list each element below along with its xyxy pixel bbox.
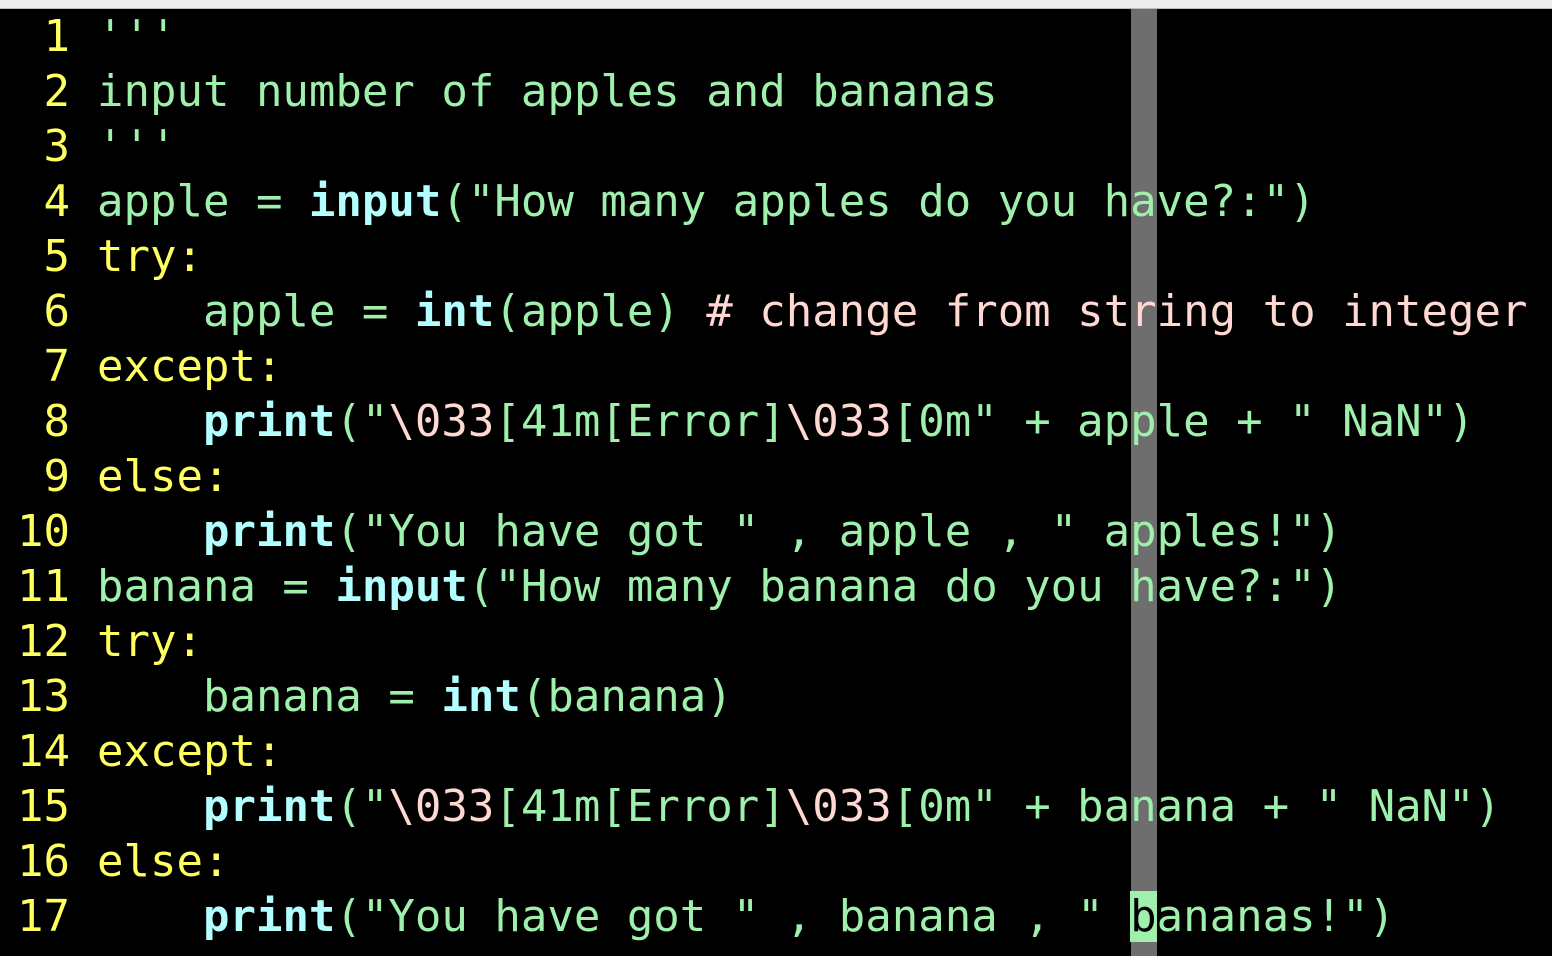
- line-number: 9: [43, 451, 71, 502]
- code-text: [0m" + banana + " NaN"): [891, 781, 1502, 832]
- line-code: else:: [97, 449, 229, 504]
- escape-sequence: \033: [388, 781, 495, 832]
- line-number: 5: [43, 231, 71, 282]
- keyword: except:: [97, 341, 283, 392]
- builtin-function: input: [308, 176, 442, 227]
- line-number: 4: [43, 176, 71, 227]
- vim-editor[interactable]: 1 ''' 2 input number of apples and bananas 3…: [0, 9, 1552, 956]
- code-text: ''': [97, 11, 177, 62]
- line-code: print("\033[41m[Error]\033[0m" + banana …: [97, 779, 1501, 834]
- line-number: 15: [17, 781, 70, 832]
- line-code: input number of apples and bananas: [97, 64, 998, 119]
- builtin-function: int: [414, 286, 495, 337]
- code-text: [41m[Error]: [494, 781, 786, 832]
- keyword: else:: [97, 836, 230, 887]
- window-top-edge: [0, 0, 1552, 9]
- keyword: try:: [97, 616, 203, 667]
- line-code: banana = input("How many banana do you h…: [97, 559, 1342, 614]
- line-code: ''': [97, 9, 176, 64]
- line-number: 16: [17, 836, 70, 887]
- code-text: ''': [97, 121, 177, 172]
- line-number: 7: [43, 341, 71, 392]
- code-text: (banana): [520, 671, 733, 722]
- escape-sequence: \033: [785, 781, 892, 832]
- keyword: except:: [97, 726, 283, 777]
- line-number: 3: [43, 121, 71, 172]
- line-code: apple = input("How many apples do you ha…: [97, 174, 1316, 229]
- line-number: 1: [43, 11, 71, 62]
- line-code: except:: [97, 339, 282, 394]
- comment: # change from string to integer: [706, 286, 1528, 337]
- code-text: ("You have got " , apple , " apples!"): [335, 506, 1343, 557]
- builtin-function: print: [202, 891, 336, 942]
- code-text: banana =: [97, 561, 336, 612]
- line-number: 11: [17, 561, 70, 612]
- line-number: 13: [17, 671, 70, 722]
- code-text: ("How many apples do you have?:"): [441, 176, 1316, 227]
- line-code: ''': [97, 119, 176, 174]
- code-text: (apple): [494, 286, 707, 337]
- line-number: 14: [17, 726, 70, 777]
- line-code: print("\033[41m[Error]\033[0m" + apple +…: [97, 394, 1475, 449]
- code-text: ananas!"): [1156, 891, 1396, 942]
- code-text: banana =: [97, 671, 442, 722]
- code-text: apple =: [97, 286, 415, 337]
- builtin-function: input: [335, 561, 468, 612]
- line-number: 17: [17, 891, 70, 942]
- line-code: else:: [97, 834, 229, 889]
- line-code: try:: [97, 229, 203, 284]
- code-text: apple =: [97, 176, 309, 227]
- line-code: print("You have got " , banana , " banan…: [97, 889, 1395, 944]
- builtin-function: print: [202, 506, 336, 557]
- code-text: ("You have got " , banana , ": [335, 891, 1131, 942]
- line-code: except:: [97, 724, 282, 779]
- builtin-function: int: [441, 671, 521, 722]
- line-code: apple = int(apple) # change from string …: [97, 284, 1528, 339]
- builtin-function: print: [202, 781, 336, 832]
- cursor: b: [1130, 891, 1157, 942]
- line-number: 2: [43, 66, 71, 117]
- line-code: print("You have got " , apple , " apples…: [97, 504, 1342, 559]
- code-text: (": [335, 396, 389, 447]
- code-text: ("How many banana do you have?:"): [467, 561, 1343, 612]
- line-number: 10: [17, 506, 70, 557]
- line-code: banana = int(banana): [97, 669, 733, 724]
- line-number: 6: [43, 286, 71, 337]
- code-text: [0m" + apple + " NaN"): [891, 396, 1475, 447]
- escape-sequence: \033: [785, 396, 892, 447]
- line-number: 12: [17, 616, 70, 667]
- code-text: input number of apples and bananas: [97, 66, 998, 117]
- code-text: [41m[Error]: [494, 396, 786, 447]
- code-text: (": [335, 781, 389, 832]
- keyword: else:: [97, 451, 230, 502]
- line-number: 8: [43, 396, 71, 447]
- builtin-function: print: [202, 396, 336, 447]
- line-code: try:: [97, 614, 203, 669]
- escape-sequence: \033: [388, 396, 495, 447]
- keyword: try:: [97, 231, 203, 282]
